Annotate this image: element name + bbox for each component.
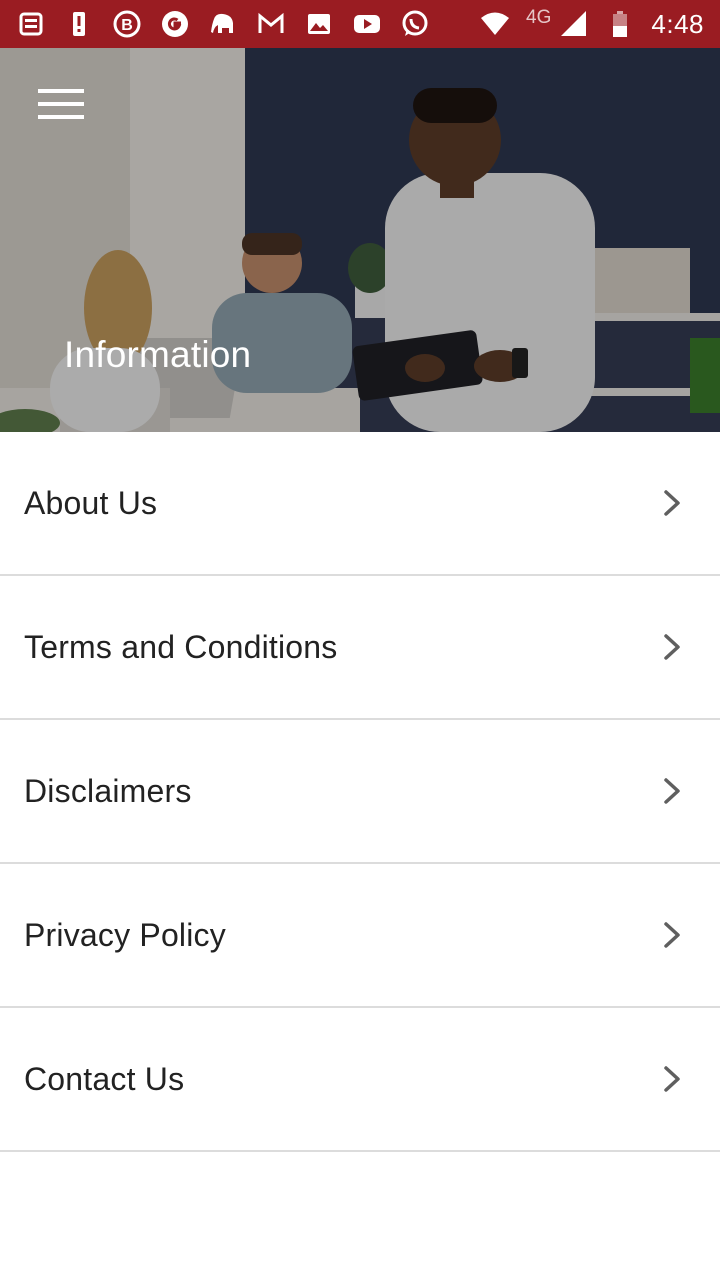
chevron-right-icon <box>660 488 684 518</box>
system-icons: 4G 4:48 <box>480 7 704 40</box>
whatsapp-icon <box>400 9 430 39</box>
cellular-signal-icon <box>559 9 589 39</box>
bitcoin-icon: B <box>112 9 142 39</box>
alert-icon <box>64 9 94 39</box>
wifi-icon <box>480 9 510 39</box>
menu-item-privacy-policy[interactable]: Privacy Policy <box>0 864 720 1008</box>
chevron-right-icon <box>660 632 684 662</box>
status-bar: B 4G 4:48 <box>0 0 720 48</box>
clock: 4:48 <box>651 8 704 39</box>
hamburger-icon <box>38 89 84 119</box>
page-title: Information <box>64 334 252 375</box>
news-icon <box>16 9 46 39</box>
menu-item-about-us[interactable]: About Us <box>0 432 720 576</box>
menu-item-label: About Us <box>24 484 158 521</box>
image-icon <box>304 9 334 39</box>
menu-item-disclaimers[interactable]: Disclaimers <box>0 720 720 864</box>
google-icon <box>160 9 190 39</box>
hamburger-menu-button[interactable] <box>30 78 94 130</box>
notification-icons: B <box>16 9 430 39</box>
menu-item-terms-and-conditions[interactable]: Terms and Conditions <box>0 576 720 720</box>
menu-item-contact-us[interactable]: Contact Us <box>0 1008 720 1152</box>
menu-item-label: Privacy Policy <box>24 916 226 953</box>
chevron-right-icon <box>660 1064 684 1094</box>
elephant-icon <box>208 9 238 39</box>
gmail-icon <box>256 9 286 39</box>
network-type-label: 4G <box>526 7 552 28</box>
svg-text:B: B <box>121 17 133 34</box>
youtube-icon <box>352 9 382 39</box>
hero-banner: Information <box>0 48 720 432</box>
info-menu-list: About Us Terms and Conditions Disclaimer… <box>0 432 720 1152</box>
menu-item-label: Disclaimers <box>24 772 192 809</box>
menu-item-label: Terms and Conditions <box>24 628 338 665</box>
chevron-right-icon <box>660 776 684 806</box>
menu-item-label: Contact Us <box>24 1060 185 1097</box>
battery-icon <box>605 9 635 39</box>
chevron-right-icon <box>660 920 684 950</box>
